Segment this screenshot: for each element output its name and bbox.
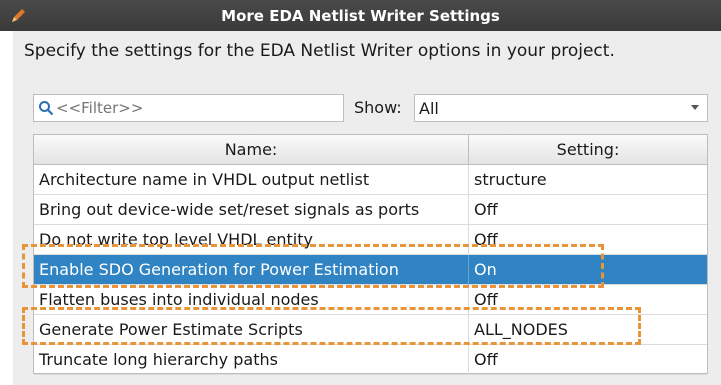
show-dropdown[interactable]: All (414, 94, 708, 122)
row-setting[interactable]: On (474, 255, 704, 284)
row-name: Bring out device-wide set/reset signals … (39, 200, 420, 219)
filter-input[interactable] (54, 99, 326, 117)
table-row[interactable]: Truncate long hierarchy paths Off (34, 345, 707, 375)
row-setting[interactable]: Off (474, 345, 704, 374)
row-setting[interactable]: Off (474, 225, 704, 254)
table-row[interactable]: Architecture name in VHDL output netlist… (34, 165, 707, 195)
table-row[interactable]: Bring out device-wide set/reset signals … (34, 195, 707, 225)
column-header-setting[interactable]: Setting: (469, 135, 707, 164)
column-header-name[interactable]: Name: (34, 135, 469, 164)
table-row-selected[interactable]: Enable SDO Generation for Power Estimati… (34, 255, 707, 285)
row-name: Generate Power Estimate Scripts (39, 320, 303, 339)
description-text: Specify the settings for the EDA Netlist… (24, 41, 615, 61)
search-icon (39, 101, 54, 116)
column-divider (468, 285, 469, 315)
table-row[interactable]: Generate Power Estimate Scripts ALL_NODE… (34, 315, 707, 345)
title-bar: More EDA Netlist Writer Settings (0, 0, 721, 31)
table-row[interactable]: Do not write top level VHDL entity Off (34, 225, 707, 255)
show-label: Show: (354, 98, 402, 117)
column-divider (468, 345, 469, 375)
settings-table: Name: Setting: Architecture name in VHDL… (33, 134, 708, 375)
column-divider (468, 165, 469, 195)
column-divider (468, 195, 469, 225)
column-divider (468, 315, 469, 345)
filter-field[interactable] (33, 94, 344, 122)
column-divider (468, 225, 469, 255)
row-name: Truncate long hierarchy paths (39, 350, 278, 369)
column-divider (468, 255, 469, 285)
show-selected-value: All (419, 98, 439, 118)
row-name: Architecture name in VHDL output netlist (39, 170, 370, 189)
table-row[interactable]: Flatten buses into individual nodes Off (34, 285, 707, 315)
chevron-down-icon (691, 105, 699, 110)
row-setting[interactable]: structure (474, 165, 704, 194)
table-header: Name: Setting: (34, 135, 707, 165)
row-setting[interactable]: Off (474, 285, 704, 314)
row-name: Flatten buses into individual nodes (39, 290, 319, 309)
pencil-icon (12, 9, 25, 22)
row-name: Do not write top level VHDL entity (39, 230, 313, 249)
window-title: More EDA Netlist Writer Settings (221, 6, 500, 25)
row-name: Enable SDO Generation for Power Estimati… (39, 260, 399, 279)
row-setting[interactable]: Off (474, 195, 704, 224)
row-setting[interactable]: ALL_NODES (474, 315, 704, 344)
